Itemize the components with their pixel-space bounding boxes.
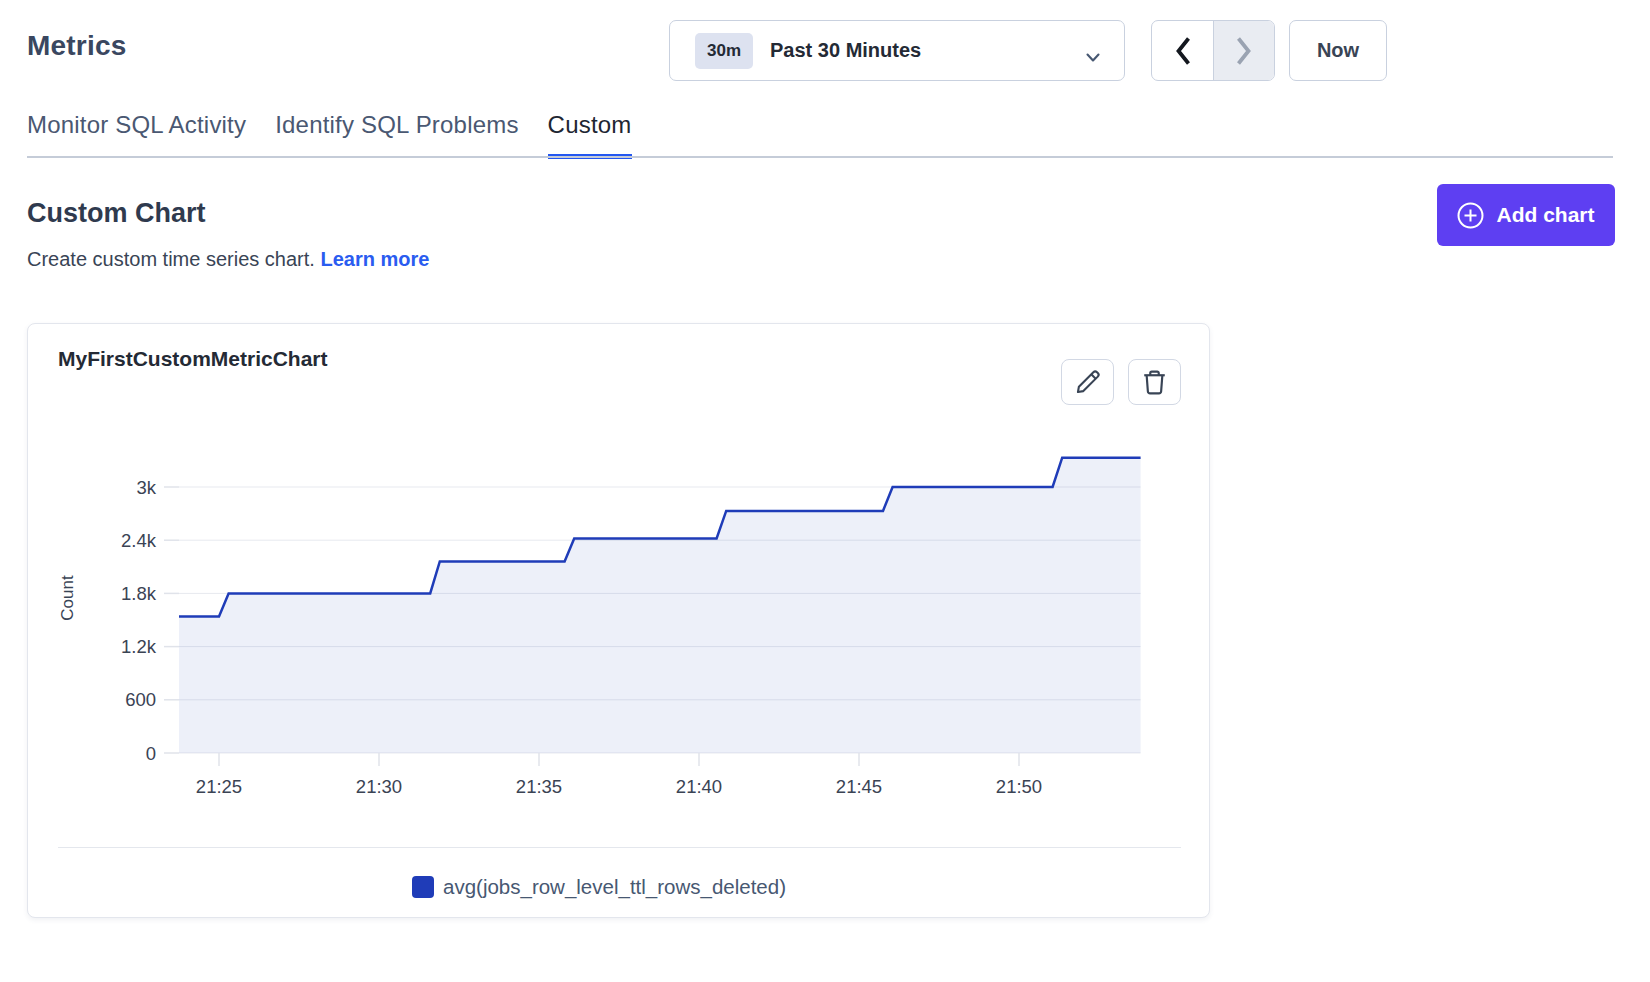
svg-text:21:25: 21:25 bbox=[196, 776, 242, 797]
svg-text:3k: 3k bbox=[136, 477, 156, 498]
svg-text:1.2k: 1.2k bbox=[121, 636, 157, 657]
svg-text:21:35: 21:35 bbox=[516, 776, 562, 797]
svg-text:21:40: 21:40 bbox=[676, 776, 722, 797]
svg-text:21:50: 21:50 bbox=[996, 776, 1042, 797]
custom-chart-card: MyFirstCustomMetricChart 06001.2k1.8k2.4… bbox=[27, 323, 1210, 918]
time-range-label: Past 30 Minutes bbox=[770, 39, 921, 62]
svg-text:1.8k: 1.8k bbox=[121, 583, 157, 604]
time-nav-buttons bbox=[1151, 20, 1275, 81]
tab-identify-sql-problems[interactable]: Identify SQL Problems bbox=[275, 111, 518, 159]
time-range-badge: 30m bbox=[695, 33, 753, 69]
chart-legend-item[interactable]: avg(jobs_row_level_ttl_rows_deleted) bbox=[412, 875, 786, 899]
custom-chart-plot[interactable]: 0 600 1.2k 1.8k 2.4k 3k 21:25 21:30 21:35 21:40 21… bbox=[28, 324, 1211, 919]
add-chart-label: Add chart bbox=[1496, 203, 1594, 227]
time-back-button[interactable] bbox=[1152, 21, 1213, 80]
add-chart-button[interactable]: Add chart bbox=[1437, 184, 1615, 246]
tab-custom[interactable]: Custom bbox=[548, 111, 632, 159]
legend-divider bbox=[58, 847, 1181, 848]
legend-label: avg(jobs_row_level_ttl_rows_deleted) bbox=[443, 875, 786, 899]
learn-more-link[interactable]: Learn more bbox=[320, 248, 429, 270]
section-description-text: Create custom time series chart. bbox=[27, 248, 315, 270]
chevron-down-icon bbox=[1086, 48, 1100, 66]
plus-circle-icon bbox=[1457, 202, 1484, 229]
chevron-right-icon bbox=[1236, 37, 1252, 65]
legend-color-swatch bbox=[412, 876, 434, 898]
svg-text:21:30: 21:30 bbox=[356, 776, 402, 797]
svg-text:600: 600 bbox=[125, 689, 156, 710]
tab-monitor-sql-activity[interactable]: Monitor SQL Activity bbox=[27, 111, 246, 159]
time-range-selector[interactable]: 30m Past 30 Minutes bbox=[669, 20, 1125, 81]
svg-text:21:45: 21:45 bbox=[836, 776, 882, 797]
now-button[interactable]: Now bbox=[1289, 20, 1387, 81]
svg-text:0: 0 bbox=[146, 743, 156, 764]
svg-text:Count: Count bbox=[58, 575, 77, 621]
tab-bar: Monitor SQL Activity Identify SQL Proble… bbox=[27, 111, 632, 159]
page-title: Metrics bbox=[27, 30, 126, 62]
section-description: Create custom time series chart. Learn m… bbox=[27, 248, 429, 271]
chevron-left-icon bbox=[1175, 37, 1191, 65]
tab-bar-divider bbox=[27, 156, 1613, 158]
time-forward-button[interactable] bbox=[1213, 21, 1274, 80]
svg-text:2.4k: 2.4k bbox=[121, 530, 157, 551]
now-button-label: Now bbox=[1317, 39, 1359, 62]
section-title: Custom Chart bbox=[27, 198, 206, 229]
